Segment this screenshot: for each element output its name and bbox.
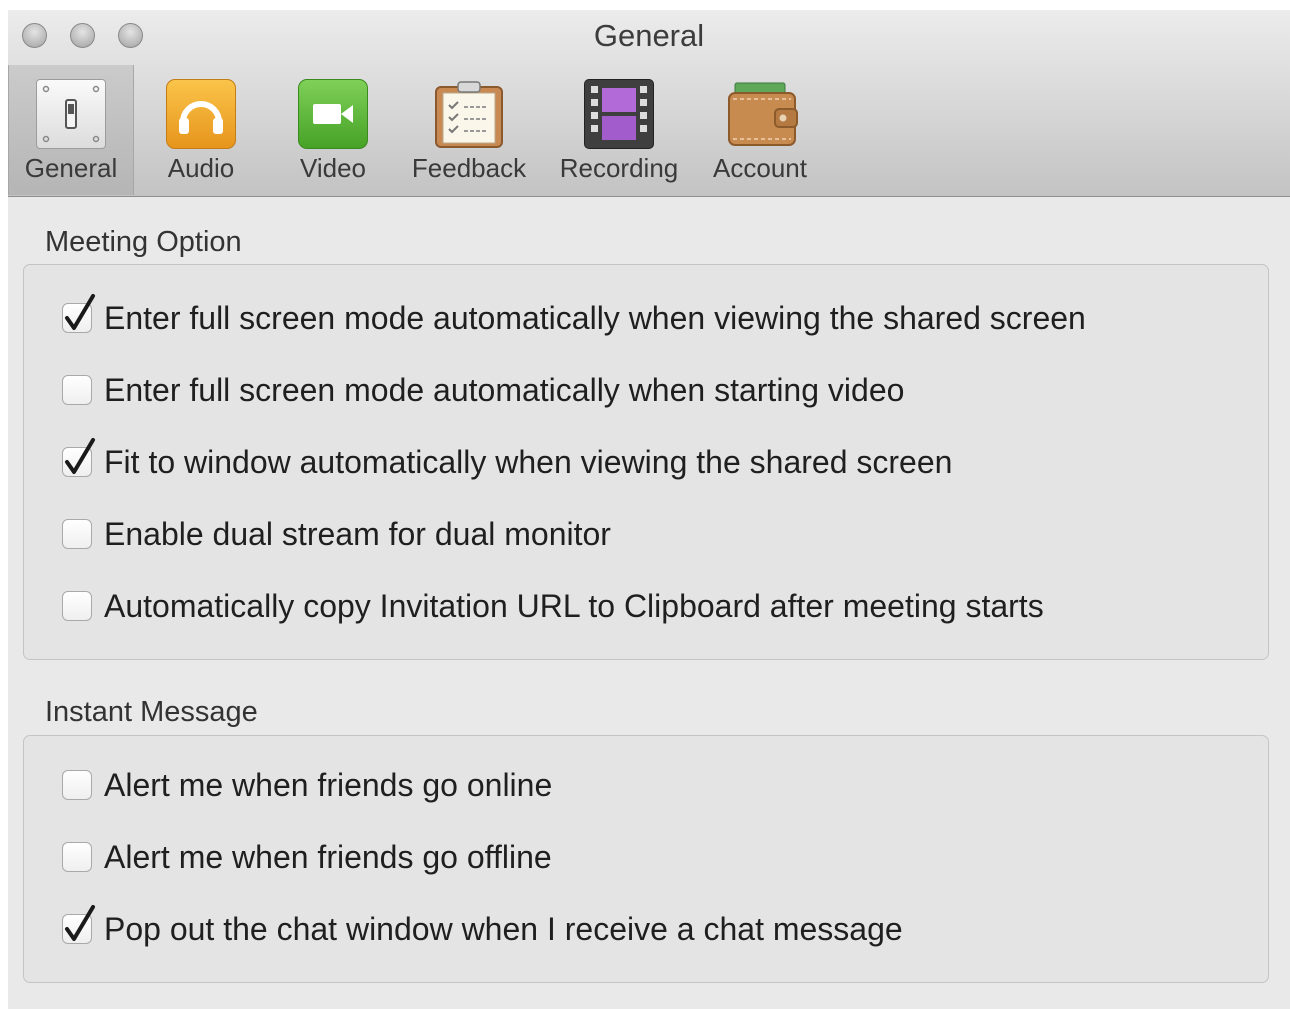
option-label: Enter full screen mode automatically whe… <box>104 371 905 408</box>
tab-audio[interactable]: Audio <box>138 65 264 195</box>
film-strip-icon <box>584 79 654 149</box>
wallet-icon <box>725 79 798 149</box>
tab-video[interactable]: Video <box>270 65 396 195</box>
checkbox-unchecked[interactable] <box>62 770 92 800</box>
checkbox-checked[interactable] <box>62 438 95 477</box>
option-label: Alert me when friends go offline <box>104 838 552 875</box>
meeting-option-group: Enter full screen mode automatically whe… <box>23 264 1269 660</box>
option-copy-invitation-url[interactable]: Automatically copy Invitation URL to Cli… <box>62 586 1044 626</box>
tab-audio-label: Audio <box>167 153 235 183</box>
tab-feedback[interactable]: Feedback <box>406 65 532 195</box>
window-title: General <box>593 18 705 53</box>
tab-general[interactable]: General <box>8 65 134 195</box>
option-fullscreen-shared-screen[interactable]: Enter full screen mode automatically whe… <box>62 294 1086 338</box>
option-pop-out-chat[interactable]: Pop out the chat window when I receive a… <box>62 905 903 949</box>
checkbox-unchecked[interactable] <box>62 375 92 405</box>
option-label: Pop out the chat window when I receive a… <box>104 910 903 947</box>
headphones-icon <box>166 79 236 149</box>
option-fullscreen-starting-video[interactable]: Enter full screen mode automatically whe… <box>62 370 904 410</box>
clipboard-checklist-icon <box>434 79 504 149</box>
tab-feedback-label: Feedback <box>411 153 527 183</box>
tab-general-label: General <box>24 153 118 183</box>
option-alert-friends-online[interactable]: Alert me when friends go online <box>62 765 552 805</box>
option-fit-to-window[interactable]: Fit to window automatically when viewing… <box>62 438 953 482</box>
checkbox-checked[interactable] <box>62 905 95 944</box>
tab-account[interactable]: Account <box>696 65 824 195</box>
option-alert-friends-offline[interactable]: Alert me when friends go offline <box>62 837 552 877</box>
tab-video-label: Video <box>299 153 367 183</box>
checkbox-unchecked[interactable] <box>62 591 92 621</box>
instant-message-heading: Instant Message <box>45 696 258 728</box>
option-label: Automatically copy Invitation URL to Cli… <box>104 587 1044 624</box>
tab-recording-label: Recording <box>559 153 679 183</box>
checkbox-unchecked[interactable] <box>62 519 92 549</box>
checkbox-unchecked[interactable] <box>62 842 92 872</box>
tab-account-label: Account <box>713 153 807 183</box>
option-label: Alert me when friends go online <box>104 766 553 803</box>
meeting-option-heading: Meeting Option <box>45 226 242 258</box>
instant-message-group: Alert me when friends go online Alert me… <box>23 735 1269 983</box>
title-bar: General General Audio Video Feedback Rec… <box>8 10 1290 197</box>
preferences-window: General General Audio Video Feedback Rec… <box>8 10 1290 1009</box>
switch-panel-icon <box>36 79 106 149</box>
option-label: Enable dual stream for dual monitor <box>104 515 611 552</box>
checkbox-checked[interactable] <box>62 294 95 333</box>
video-camera-icon <box>298 79 368 149</box>
tab-recording[interactable]: Recording <box>550 65 688 195</box>
option-label: Enter full screen mode automatically whe… <box>104 299 1086 336</box>
option-dual-stream[interactable]: Enable dual stream for dual monitor <box>62 514 611 554</box>
option-label: Fit to window automatically when viewing… <box>104 443 953 480</box>
